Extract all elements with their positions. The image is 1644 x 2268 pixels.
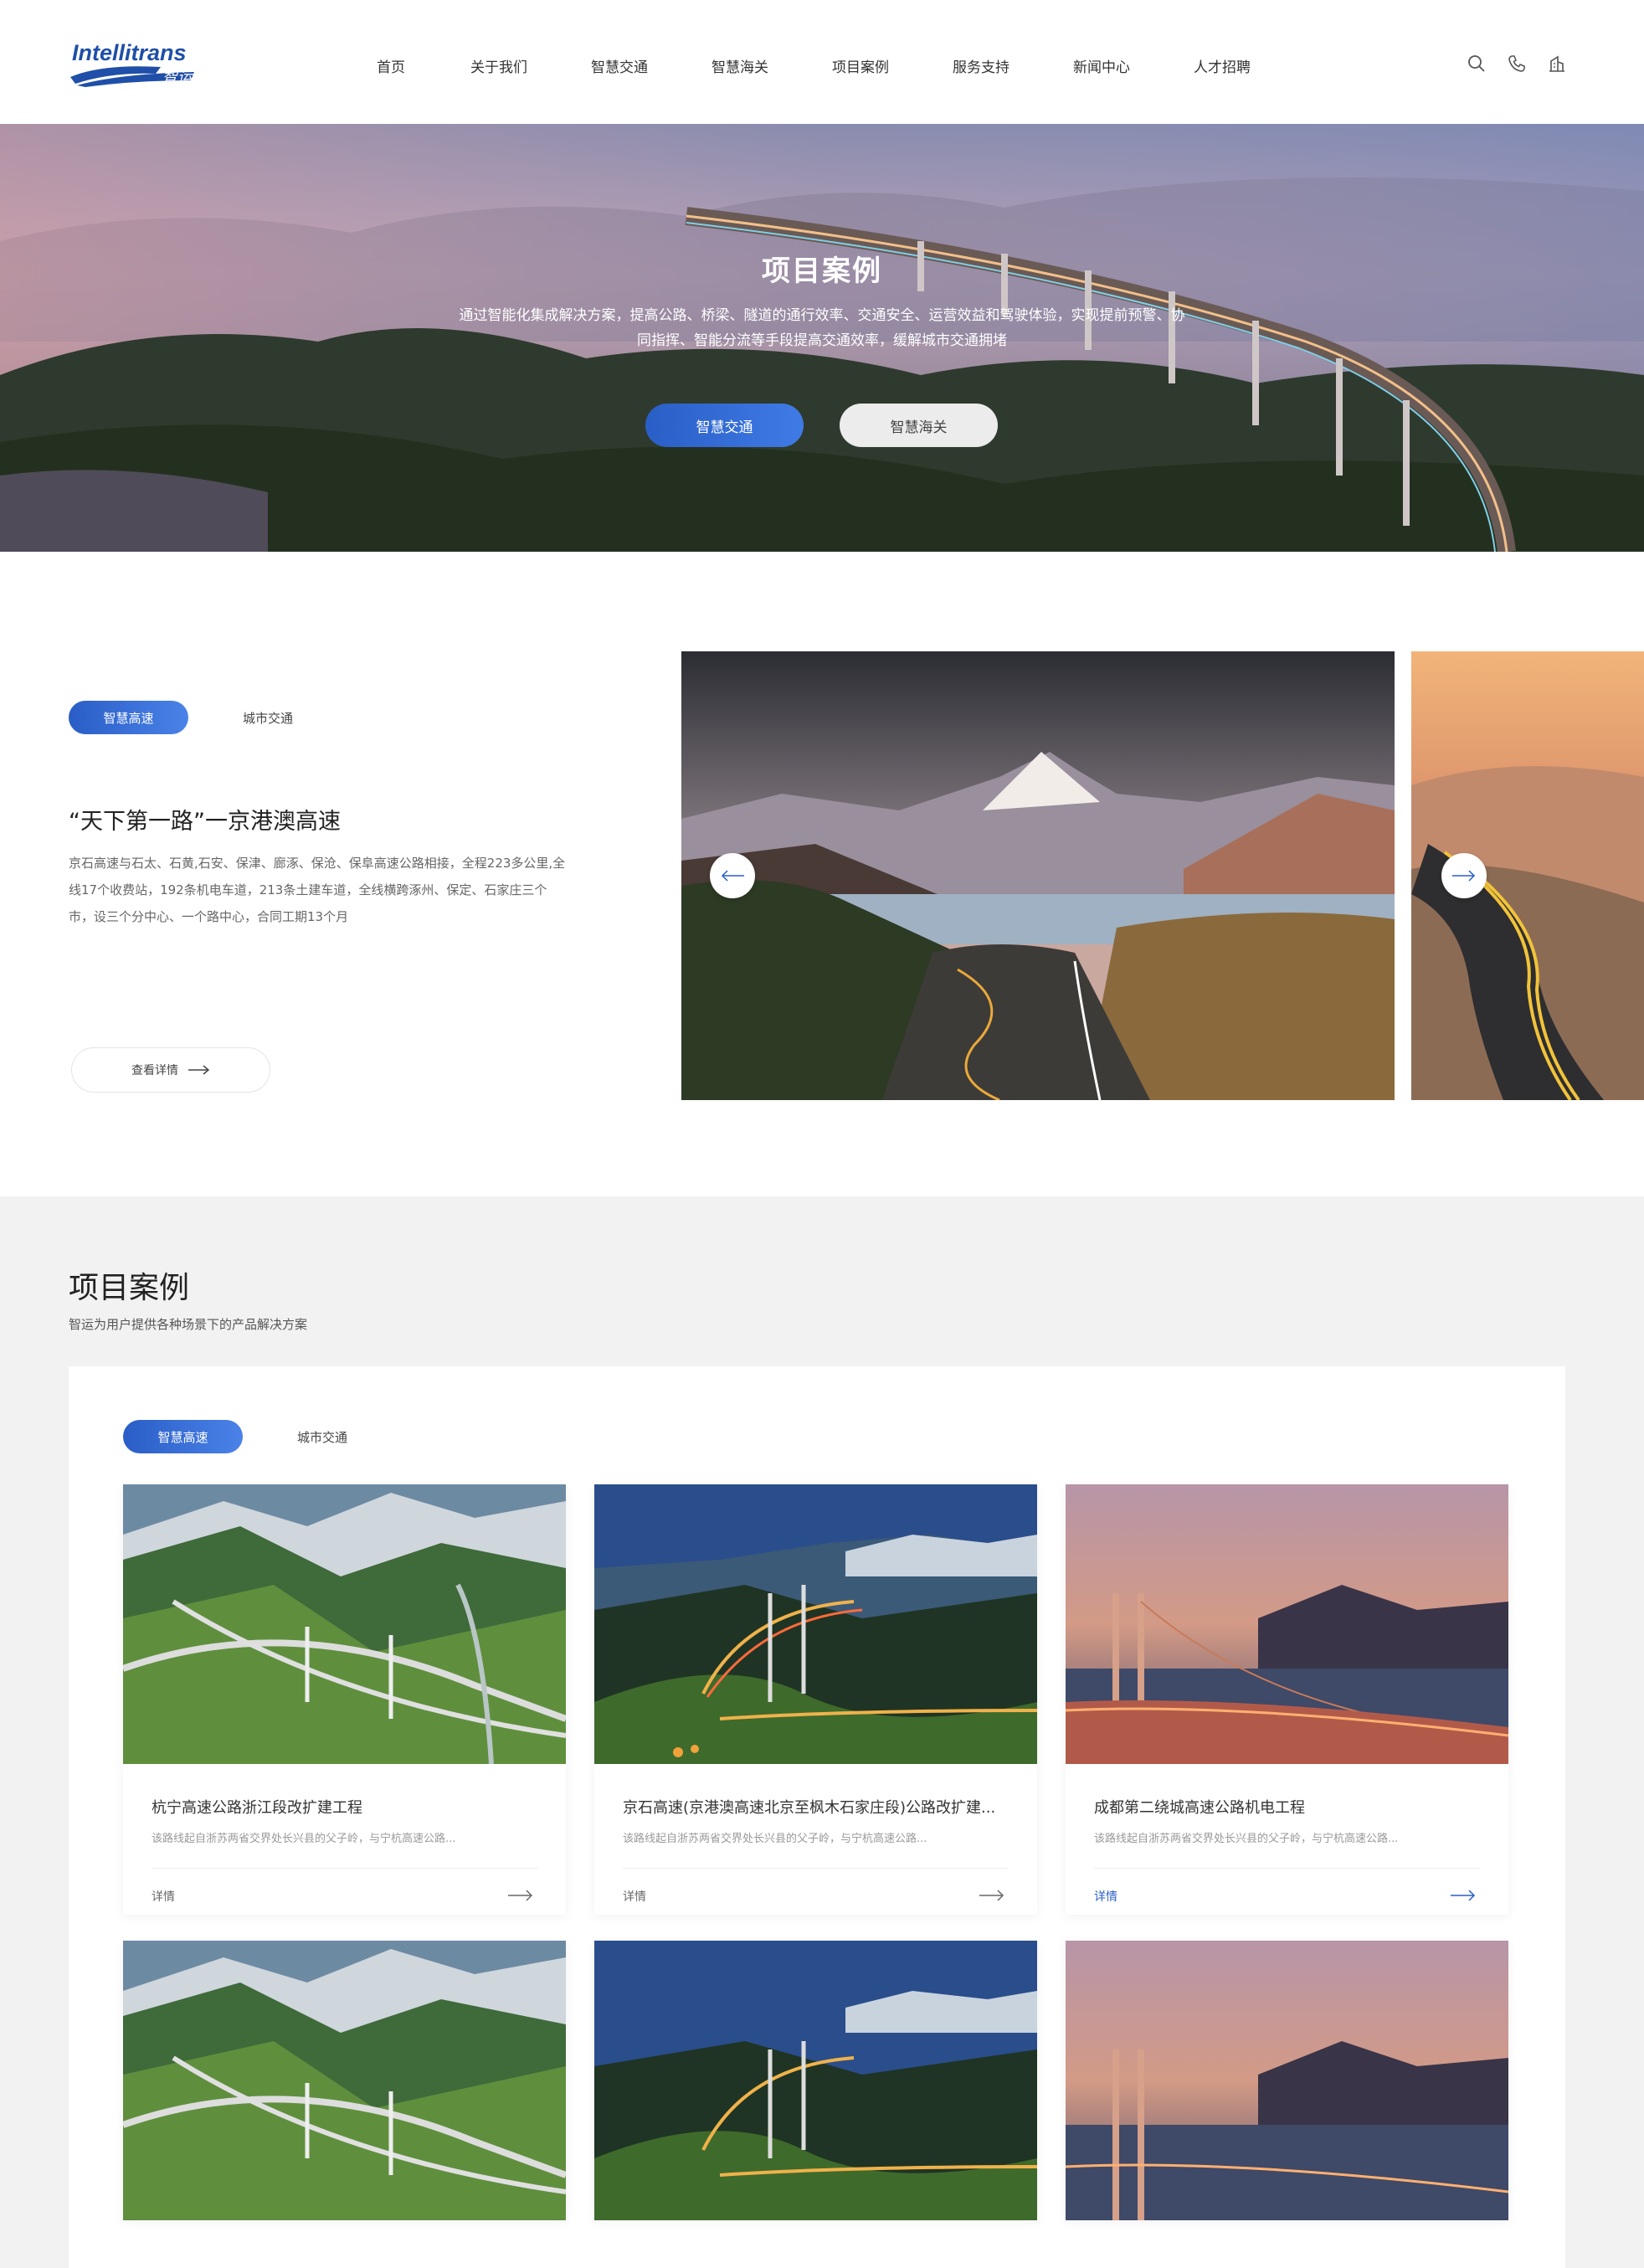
card-divider bbox=[152, 1868, 537, 1869]
case-card[interactable] bbox=[123, 1941, 566, 2220]
logo-wordmark: Intellitrans bbox=[72, 40, 187, 65]
cases-panel: 智慧高速 城市交通 杭宁高速公路浙江段改扩建工程 该路线起自浙苏两省交界处长兴县… bbox=[69, 1366, 1565, 2268]
case-card[interactable]: 杭宁高速公路浙江段改扩建工程 该路线起自浙苏两省交界处长兴县的父子岭，与宁杭高速… bbox=[123, 1484, 566, 1915]
arrow-left-icon bbox=[721, 870, 744, 882]
featured-title: “天下第一路”一京港澳高速 bbox=[69, 809, 341, 835]
case-card-image bbox=[123, 1484, 566, 1764]
green-valley-bridge-image bbox=[123, 1941, 566, 2220]
cases-tab-urban[interactable]: 城市交通 bbox=[297, 1428, 347, 1446]
nav-item-home[interactable]: 首页 bbox=[377, 55, 405, 76]
case-card-image bbox=[594, 1484, 1037, 1764]
nav-item-smart-customs[interactable]: 智慧海关 bbox=[712, 55, 768, 76]
cases-section: 项目案例 智运为用户提供各种场景下的产品解决方案 智慧高速 城市交通 杭宁高速公… bbox=[0, 1196, 1644, 2268]
hero-desc-line-1: 通过智能化集成解决方案，提高公路、桥梁、隧道的通行效率、交通安全、运营效益和驾驶… bbox=[459, 307, 1185, 324]
phone-icon[interactable] bbox=[1507, 54, 1527, 74]
featured-tab-urban[interactable]: 城市交通 bbox=[243, 709, 293, 727]
featured-tab-highway[interactable]: 智慧高速 bbox=[69, 701, 188, 734]
hero-description: 通过智能化集成解决方案，提高公路、桥梁、隧道的通行效率、交通安全、运营效益和驾驶… bbox=[429, 303, 1215, 353]
cases-tab-highway[interactable]: 智慧高速 bbox=[123, 1420, 243, 1453]
site-header: Intellitrans 智运 首页 关于我们 智慧交通 智慧海关 项目案例 服… bbox=[0, 0, 1644, 124]
night-bridge-image bbox=[594, 1941, 1037, 2220]
search-icon[interactable] bbox=[1467, 54, 1487, 74]
building-icon[interactable] bbox=[1547, 54, 1567, 74]
nav-item-cases[interactable]: 项目案例 bbox=[832, 55, 889, 76]
nav-item-careers[interactable]: 人才招聘 bbox=[1194, 55, 1251, 76]
hero-title: 项目案例 bbox=[762, 255, 882, 288]
featured-description: 京石高速与石太、石黄,石安、保津、廊涿、保沧、保阜高速公路相接，全程223多公里… bbox=[69, 856, 566, 924]
nav-item-smart-traffic[interactable]: 智慧交通 bbox=[591, 55, 648, 76]
view-details-label: 查看详情 bbox=[131, 1064, 178, 1077]
hero-smart-customs-button[interactable]: 智慧海关 bbox=[840, 404, 998, 447]
logo-graphic: Intellitrans 智运 bbox=[70, 40, 194, 87]
hero-banner: 项目案例 通过智能化集成解决方案，提高公路、桥梁、隧道的通行效率、交通安全、运营… bbox=[0, 124, 1644, 552]
green-valley-bridge-image bbox=[123, 1484, 566, 1764]
case-card[interactable] bbox=[1066, 1941, 1508, 2220]
slide-next-button[interactable] bbox=[1441, 853, 1487, 898]
cases-subtitle: 智运为用户提供各种场景下的产品解决方案 bbox=[69, 1317, 308, 1332]
hero-desc-line-2: 同指挥、智能分流等手段提高交通效率，缓解城市交通拥堵 bbox=[637, 332, 1007, 349]
hero-smart-traffic-button[interactable]: 智慧交通 bbox=[645, 404, 804, 447]
header-icon-group bbox=[1467, 54, 1567, 74]
nav-item-news[interactable]: 新闻中心 bbox=[1073, 55, 1130, 76]
case-card-desc: 该路线起自浙苏两省交界处长兴县的父子岭，与宁杭高速公路... bbox=[1094, 1833, 1399, 1845]
case-card-image bbox=[1066, 1941, 1508, 2220]
case-card-desc: 该路线起自浙苏两省交界处长兴县的父子岭，与宁杭高速公路... bbox=[623, 1833, 927, 1845]
case-card-image bbox=[594, 1941, 1037, 2220]
card-divider bbox=[1094, 1868, 1480, 1869]
featured-slide-main[interactable] bbox=[681, 651, 1395, 1100]
case-card[interactable] bbox=[594, 1941, 1037, 2220]
arrow-right-icon[interactable] bbox=[1451, 1890, 1476, 1901]
case-card-title: 成都第二绕城高速公路机电工程 bbox=[1094, 1799, 1305, 1817]
case-card-image bbox=[123, 1941, 566, 2220]
arrow-right-icon bbox=[1452, 870, 1476, 882]
nav-item-about[interactable]: 关于我们 bbox=[470, 55, 527, 76]
arrow-right-icon[interactable] bbox=[508, 1890, 533, 1901]
suspension-bridge-sunset-image bbox=[1066, 1941, 1508, 2220]
suspension-bridge-sunset-image bbox=[1066, 1484, 1508, 1764]
mountain-lake-road-image bbox=[681, 651, 1395, 1100]
brand-logo[interactable]: Intellitrans 智运 bbox=[69, 39, 204, 87]
night-bridge-image bbox=[594, 1484, 1037, 1764]
case-card-desc: 该路线起自浙苏两省交界处长兴县的父子岭，与宁杭高速公路... bbox=[152, 1833, 456, 1845]
logo-subtext: 智运 bbox=[162, 69, 194, 86]
arrow-right-icon bbox=[188, 1065, 210, 1075]
case-card-image bbox=[1066, 1484, 1508, 1764]
view-details-button[interactable]: 查看详情 bbox=[71, 1047, 270, 1093]
slide-prev-button[interactable] bbox=[710, 853, 755, 898]
case-card-more-link[interactable]: 详情 bbox=[623, 1888, 646, 1905]
case-card-more-link[interactable]: 详情 bbox=[1094, 1888, 1117, 1905]
card-divider bbox=[623, 1868, 1009, 1869]
case-card[interactable]: 成都第二绕城高速公路机电工程 该路线起自浙苏两省交界处长兴县的父子岭，与宁杭高速… bbox=[1066, 1484, 1508, 1915]
case-card-more-link[interactable]: 详情 bbox=[152, 1888, 175, 1905]
case-card-title: 京石高速(京港澳高速北京至枫木石家庄段)公路改扩建... bbox=[623, 1799, 996, 1817]
case-card-title: 杭宁高速公路浙江段改扩建工程 bbox=[152, 1799, 362, 1817]
case-card[interactable]: 京石高速(京港澳高速北京至枫木石家庄段)公路改扩建... 该路线起自浙苏两省交界… bbox=[594, 1484, 1037, 1915]
cases-title: 项目案例 bbox=[69, 1271, 190, 1305]
arrow-right-icon[interactable] bbox=[979, 1890, 1004, 1901]
nav-item-service[interactable]: 服务支持 bbox=[953, 55, 1010, 76]
featured-case-section: 智慧高速 城市交通 “天下第一路”一京港澳高速 京石高速与石太、石黄,石安、保津… bbox=[0, 552, 1644, 1196]
